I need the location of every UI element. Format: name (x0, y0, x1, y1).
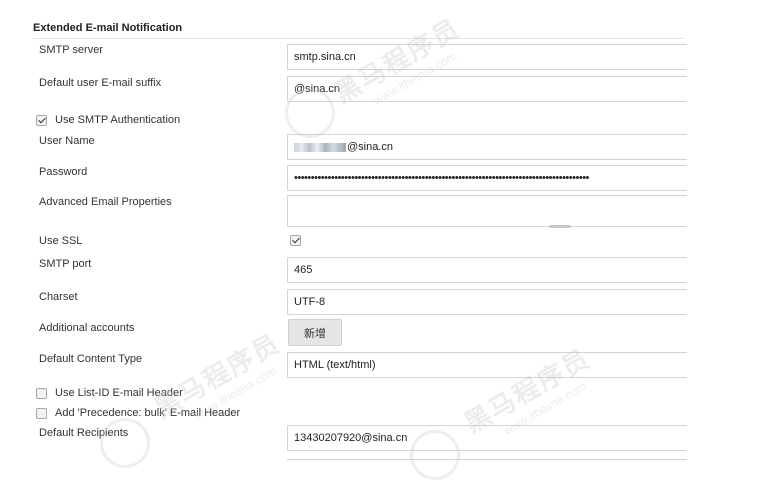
precedence-header-checkbox[interactable] (36, 407, 47, 419)
watermark: 黑马程序员 www.itheima.com (147, 323, 294, 437)
section-title: Extended E-mail Notification (33, 22, 183, 34)
default-suffix-label: Default user E-mail suffix (39, 77, 162, 89)
smtp-server-label: SMTP server (39, 44, 103, 56)
default-recipients-label: Default Recipients (39, 427, 129, 439)
smtp-auth-row: Use SMTP Authentication (36, 114, 180, 126)
add-account-button[interactable]: 新增 (288, 319, 342, 346)
charset-input[interactable]: UTF-8 (287, 289, 687, 315)
default-suffix-input[interactable]: @sina.cn (287, 76, 687, 102)
redacted-username (294, 142, 346, 152)
use-ssl-checkbox[interactable] (290, 235, 301, 246)
watermark-logo (100, 418, 150, 468)
section-divider (33, 38, 683, 39)
user-name-domain: @sina.cn (347, 141, 394, 153)
use-ssl-label: Use SSL (39, 235, 83, 247)
advanced-email-properties-textarea[interactable] (287, 195, 687, 227)
list-id-header-checkbox[interactable] (36, 387, 47, 399)
user-name-input[interactable]: @sina.cn (287, 134, 687, 160)
smtp-auth-label: Use SMTP Authentication (55, 114, 181, 126)
list-id-header-row: Use List-ID E-mail Header (36, 387, 183, 399)
smtp-auth-checkbox[interactable] (36, 114, 47, 126)
default-recipients-input[interactable]: 13430207920@sina.cn (287, 425, 687, 451)
smtp-port-label: SMTP port (39, 258, 92, 270)
smtp-server-input[interactable]: smtp.sina.cn (287, 44, 687, 70)
user-name-label: User Name (39, 135, 95, 147)
password-input[interactable]: ••••••••••••••••••••••••••••••••••••••••… (287, 165, 687, 191)
charset-label: Charset (39, 291, 78, 303)
password-label: Password (39, 166, 88, 178)
textarea-resize-handle[interactable] (549, 225, 571, 228)
next-field-edge (287, 459, 687, 460)
additional-accounts-label: Additional accounts (39, 322, 135, 334)
default-content-type-select[interactable]: HTML (text/html) (287, 352, 687, 378)
precedence-header-label: Add 'Precedence: bulk' E-mail Header (55, 407, 241, 419)
advanced-email-properties-label: Advanced Email Properties (39, 196, 172, 208)
precedence-header-row: Add 'Precedence: bulk' E-mail Header (36, 407, 240, 419)
list-id-header-label: Use List-ID E-mail Header (55, 387, 183, 399)
default-content-type-label: Default Content Type (39, 353, 143, 365)
smtp-port-input[interactable]: 465 (287, 257, 687, 283)
